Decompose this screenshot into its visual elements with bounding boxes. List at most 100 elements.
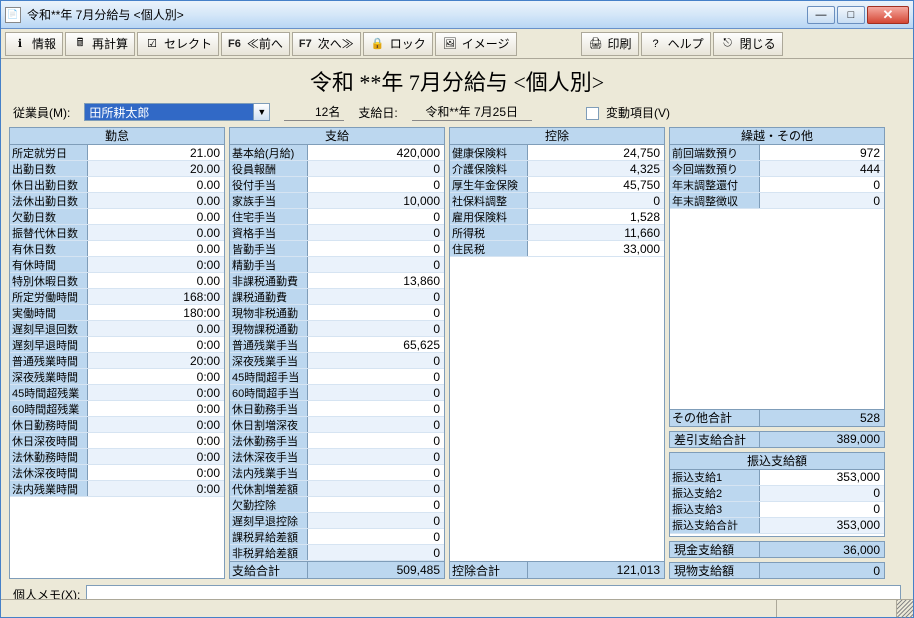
table-row[interactable]: 振込支給合計353,000 — [670, 518, 884, 534]
help-button[interactable]: ?ヘルプ — [641, 32, 711, 56]
row-value[interactable]: 21.00 — [88, 145, 224, 160]
table-row[interactable]: 振込支給20 — [670, 486, 884, 502]
close-toolbar-button[interactable]: ⎋閉じる — [713, 32, 783, 56]
row-value[interactable]: 0:00 — [88, 449, 224, 464]
row-value[interactable]: 0 — [308, 465, 444, 480]
row-value[interactable]: 0:00 — [88, 257, 224, 272]
table-row[interactable]: 介護保険料4,325 — [450, 161, 664, 177]
row-value[interactable]: 972 — [760, 145, 884, 160]
table-row[interactable]: 課税通勤費0 — [230, 289, 444, 305]
table-row[interactable]: 深夜残業時間0:00 — [10, 369, 224, 385]
table-row[interactable]: 年末調整還付0 — [670, 177, 884, 193]
table-row[interactable]: 普通残業手当65,625 — [230, 337, 444, 353]
row-value[interactable]: 4,325 — [528, 161, 664, 176]
select-button[interactable]: ☑セレクト — [137, 32, 219, 56]
row-value[interactable]: 420,000 — [308, 145, 444, 160]
row-value[interactable]: 0 — [308, 417, 444, 432]
table-row[interactable]: 雇用保険料1,528 — [450, 209, 664, 225]
row-value[interactable]: 0 — [308, 545, 444, 560]
table-row[interactable]: 休日出勤日数0.00 — [10, 177, 224, 193]
table-row[interactable]: 振替代休日数0.00 — [10, 225, 224, 241]
table-row[interactable]: 住民税33,000 — [450, 241, 664, 257]
row-value[interactable]: 0:00 — [88, 385, 224, 400]
table-row[interactable]: 法休出勤日数0.00 — [10, 193, 224, 209]
row-value[interactable]: 0 — [308, 449, 444, 464]
row-value[interactable]: 0.00 — [88, 193, 224, 208]
row-value[interactable]: 0 — [308, 385, 444, 400]
row-value[interactable]: 33,000 — [528, 241, 664, 256]
row-value[interactable]: 20:00 — [88, 353, 224, 368]
table-row[interactable]: 欠勤日数0.00 — [10, 209, 224, 225]
row-value[interactable]: 353,000 — [760, 470, 884, 485]
chevron-down-icon[interactable]: ▼ — [254, 103, 270, 121]
table-row[interactable]: 振込支給1353,000 — [670, 470, 884, 486]
table-row[interactable]: 所定労働時間168:00 — [10, 289, 224, 305]
table-row[interactable]: 休日勤務時間0:00 — [10, 417, 224, 433]
table-row[interactable]: 非課税通勤費13,860 — [230, 273, 444, 289]
table-row[interactable]: 休日割増深夜0 — [230, 417, 444, 433]
row-value[interactable]: 1,528 — [528, 209, 664, 224]
row-value[interactable]: 0 — [308, 353, 444, 368]
row-value[interactable]: 0 — [308, 497, 444, 512]
table-row[interactable]: 課税昇給差額0 — [230, 529, 444, 545]
table-row[interactable]: 遅刻早退回数0.00 — [10, 321, 224, 337]
table-row[interactable]: 資格手当0 — [230, 225, 444, 241]
print-button[interactable]: 🖨印刷 — [581, 32, 639, 56]
table-row[interactable]: 法内残業手当0 — [230, 465, 444, 481]
row-value[interactable]: 11,660 — [528, 225, 664, 240]
row-value[interactable]: 24,750 — [528, 145, 664, 160]
image-button[interactable]: 🖼イメージ — [435, 32, 517, 56]
table-row[interactable]: 有休日数0.00 — [10, 241, 224, 257]
next-button[interactable]: F7次へ≫ — [292, 32, 361, 56]
table-row[interactable]: 休日勤務手当0 — [230, 401, 444, 417]
row-value[interactable]: 0.00 — [88, 321, 224, 336]
table-row[interactable]: 45時間超残業0:00 — [10, 385, 224, 401]
row-value[interactable]: 13,860 — [308, 273, 444, 288]
table-row[interactable]: 皆勤手当0 — [230, 241, 444, 257]
row-value[interactable]: 0 — [760, 502, 884, 517]
recalc-button[interactable]: 🖩再計算 — [65, 32, 135, 56]
table-row[interactable]: 特別休暇日数0.00 — [10, 273, 224, 289]
table-row[interactable]: 今回端数預り444 — [670, 161, 884, 177]
row-value[interactable]: 45,750 — [528, 177, 664, 192]
table-row[interactable]: 所得税11,660 — [450, 225, 664, 241]
info-button[interactable]: ℹ情報 — [5, 32, 63, 56]
maximize-button[interactable]: □ — [837, 6, 865, 24]
row-value[interactable]: 0 — [760, 193, 884, 208]
row-value[interactable]: 0:00 — [88, 417, 224, 432]
row-value[interactable]: 0.00 — [88, 209, 224, 224]
row-value[interactable]: 0.00 — [88, 273, 224, 288]
table-row[interactable]: 60時間超手当0 — [230, 385, 444, 401]
table-row[interactable]: 欠勤控除0 — [230, 497, 444, 513]
table-row[interactable]: 45時間超手当0 — [230, 369, 444, 385]
row-value[interactable]: 0.00 — [88, 177, 224, 192]
table-row[interactable]: 法休勤務時間0:00 — [10, 449, 224, 465]
table-row[interactable]: 深夜残業手当0 — [230, 353, 444, 369]
row-value[interactable]: 0 — [308, 481, 444, 496]
table-row[interactable]: 遅刻早退控除0 — [230, 513, 444, 529]
table-row[interactable]: 法休深夜時間0:00 — [10, 465, 224, 481]
table-row[interactable]: 遅刻早退時間0:00 — [10, 337, 224, 353]
row-value[interactable]: 0 — [308, 401, 444, 416]
table-row[interactable]: 有休時間0:00 — [10, 257, 224, 273]
table-row[interactable]: 社保料調整0 — [450, 193, 664, 209]
row-value[interactable]: 0 — [760, 177, 884, 192]
resize-grip-icon[interactable] — [897, 600, 913, 618]
row-value[interactable]: 0 — [308, 225, 444, 240]
table-row[interactable]: 精勤手当0 — [230, 257, 444, 273]
table-row[interactable]: 役員報酬0 — [230, 161, 444, 177]
row-value[interactable]: 0:00 — [88, 401, 224, 416]
table-row[interactable]: 現物課税通勤0 — [230, 321, 444, 337]
row-value[interactable]: 0 — [308, 209, 444, 224]
row-value[interactable]: 0 — [308, 289, 444, 304]
table-row[interactable]: 振込支給30 — [670, 502, 884, 518]
row-value[interactable]: 20.00 — [88, 161, 224, 176]
table-row[interactable]: 現物非税通勤0 — [230, 305, 444, 321]
table-row[interactable]: 前回端数預り972 — [670, 145, 884, 161]
row-value[interactable]: 0:00 — [88, 369, 224, 384]
row-value[interactable]: 444 — [760, 161, 884, 176]
table-row[interactable]: 代休割増差額0 — [230, 481, 444, 497]
row-value[interactable]: 353,000 — [760, 518, 884, 533]
row-value[interactable]: 0 — [308, 321, 444, 336]
row-value[interactable]: 0:00 — [88, 433, 224, 448]
